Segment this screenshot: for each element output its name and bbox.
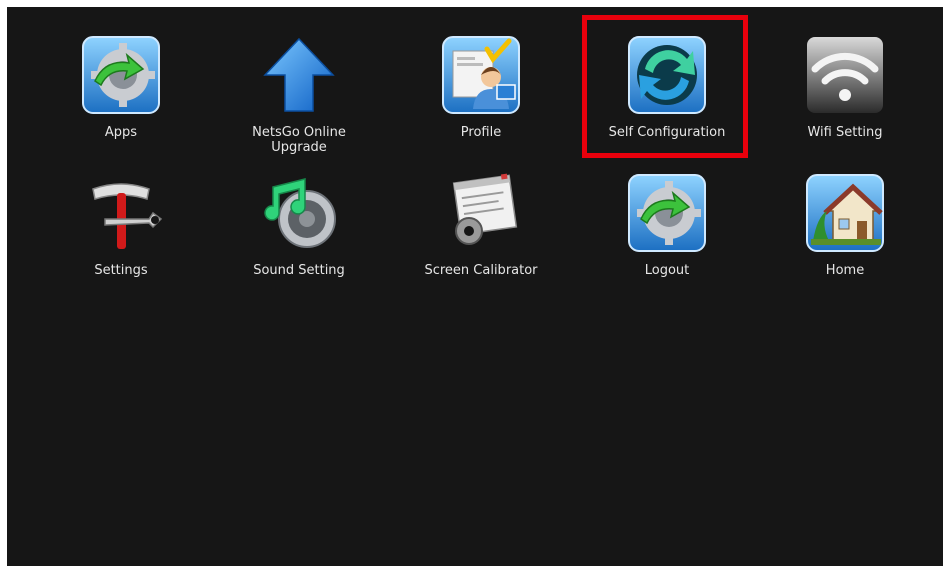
tile-self-configuration[interactable]: Self Configuration: [577, 29, 757, 159]
tile-label: Logout: [644, 263, 690, 278]
tile-screen-calibrator[interactable]: Screen Calibrator: [391, 167, 571, 297]
upgrade-arrow-icon: [253, 29, 345, 121]
tile-label: Settings: [94, 263, 148, 278]
tile-label: Apps: [104, 125, 138, 140]
sound-icon: [253, 167, 345, 259]
tile-sound-setting[interactable]: Sound Setting: [209, 167, 389, 297]
tile-label: Self Configuration: [608, 125, 726, 140]
tile-label: Screen Calibrator: [424, 263, 538, 278]
tile-wifi-setting[interactable]: Wifi Setting: [755, 29, 935, 159]
settings-tools-icon: [75, 167, 167, 259]
tile-home[interactable]: Home: [755, 167, 935, 297]
tile-label: Profile: [460, 125, 502, 140]
tile-apps[interactable]: Apps: [31, 29, 211, 159]
tile-profile[interactable]: Profile: [391, 29, 571, 159]
launcher-screen: Apps NetsGo Online Upgrade Profile Self …: [7, 7, 943, 566]
screen-calibrator-icon: [435, 167, 527, 259]
apps-icon: [75, 29, 167, 121]
tile-label: NetsGo Online Upgrade: [252, 125, 346, 155]
tile-settings[interactable]: Settings: [31, 167, 211, 297]
home-icon: [799, 167, 891, 259]
profile-icon: [435, 29, 527, 121]
tile-label: Home: [825, 263, 865, 278]
tile-label: Wifi Setting: [807, 125, 883, 140]
tile-netsgo-online-upgrade[interactable]: NetsGo Online Upgrade: [209, 29, 389, 159]
logout-icon: [621, 167, 713, 259]
tile-label: Sound Setting: [253, 263, 345, 278]
wifi-icon: [799, 29, 891, 121]
self-configuration-icon: [621, 29, 713, 121]
tile-logout[interactable]: Logout: [577, 167, 757, 297]
